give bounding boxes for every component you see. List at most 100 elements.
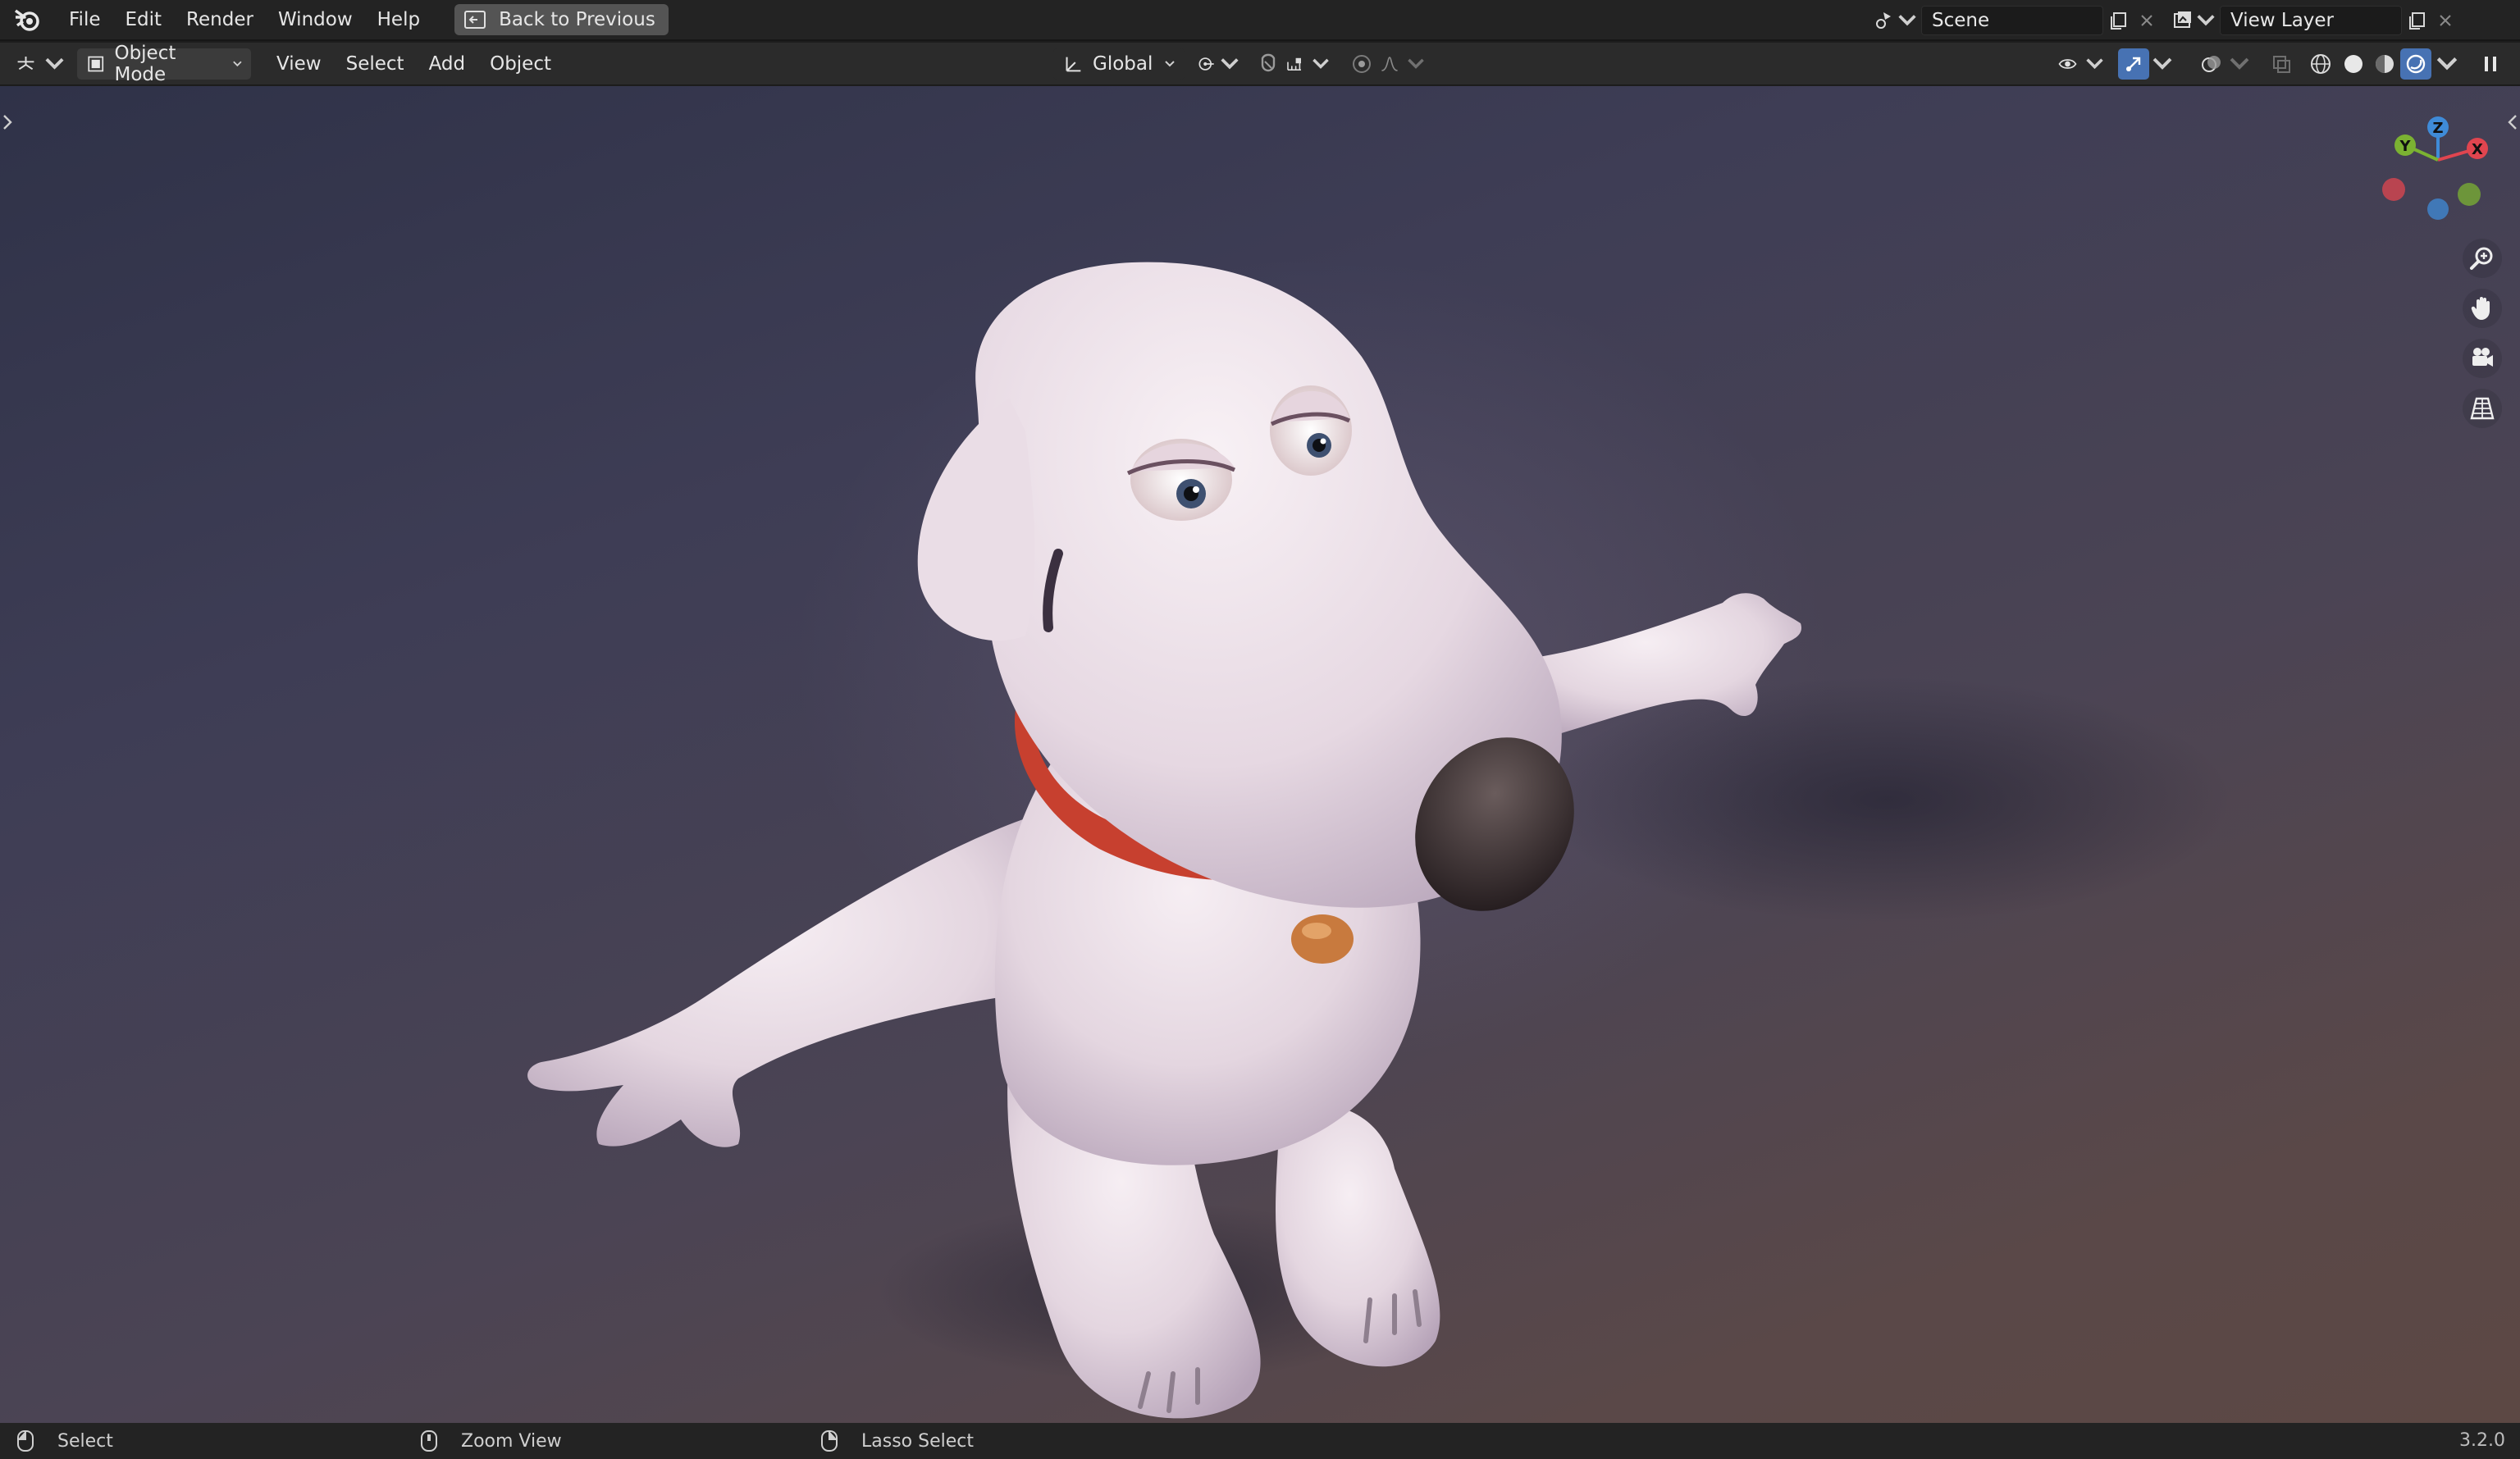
scene-browse-button[interactable] <box>1870 6 1921 35</box>
status-select-label: Select <box>57 1430 113 1452</box>
gizmo-y-label: Y <box>2399 138 2411 155</box>
magnet-icon <box>1261 53 1276 71</box>
toggle-perspective-button[interactable] <box>2463 389 2502 428</box>
object-mode-label: Object Mode <box>114 42 176 85</box>
proportional-falloff-dropdown[interactable] <box>1380 48 1426 80</box>
menu-window[interactable]: Window <box>267 4 364 35</box>
transform-orientation-dropdown[interactable]: Global <box>1053 48 1185 80</box>
shading-material-button[interactable] <box>2369 48 2400 80</box>
chevron-down-icon <box>1165 60 1176 66</box>
pause-render-button[interactable] <box>2476 48 2505 80</box>
proportional-editing-toggle[interactable] <box>1345 48 1378 80</box>
snap-target-dropdown[interactable] <box>1285 48 1331 80</box>
menu-add[interactable]: Add <box>417 53 478 75</box>
chevron-down-icon <box>2230 57 2249 70</box>
status-lasso-label: Lasso Select <box>861 1430 974 1452</box>
grid-perspective-icon <box>2470 397 2495 420</box>
falloff-curve-icon <box>1381 56 1398 71</box>
shading-rendered-button[interactable] <box>2400 48 2431 80</box>
view-layer-browse-button[interactable] <box>2169 6 2220 35</box>
pan-view-button[interactable] <box>2463 289 2502 328</box>
orientation-icon <box>1066 57 1081 71</box>
sidebar-expand-arrow-icon[interactable] <box>2507 113 2518 131</box>
gizmo-x-label: X <box>2472 141 2483 158</box>
toolbar-expand-arrow-icon[interactable] <box>2 113 13 131</box>
menu-help[interactable]: Help <box>366 4 431 35</box>
new-scene-button[interactable] <box>2103 6 2134 35</box>
menu-object[interactable]: Object <box>477 53 564 75</box>
chevron-down-icon <box>233 61 242 66</box>
view-layer-icon <box>2174 11 2191 28</box>
chevron-down-icon <box>1312 58 1329 69</box>
shading-wireframe-button[interactable] <box>2305 48 2336 80</box>
material-sphere-icon <box>2376 54 2394 73</box>
scene-name-field[interactable]: Scene <box>1921 6 2103 35</box>
dog-tag <box>1291 914 1354 964</box>
arm-shadow <box>1542 677 2231 923</box>
chevron-down-icon <box>2152 57 2172 70</box>
menu-render[interactable]: Render <box>175 4 265 35</box>
chevron-down-icon <box>2086 57 2103 69</box>
shading-solid-button[interactable] <box>2338 48 2369 80</box>
status-bar: Select Zoom View Lasso Select 3.2.0 <box>0 1423 2520 1459</box>
gizmo-neg-y[interactable] <box>2458 183 2481 206</box>
solid-sphere-icon <box>2344 54 2362 73</box>
blender-version: 3.2.0 <box>2459 1430 2505 1451</box>
view-layer-name-field[interactable]: View Layer <box>2220 6 2402 35</box>
menu-view[interactable]: View <box>264 53 334 75</box>
snap-toggle[interactable] <box>1252 48 1285 80</box>
menu-edit[interactable]: Edit <box>114 4 174 35</box>
chevron-down-icon <box>45 57 64 70</box>
camera-view-button[interactable] <box>2463 339 2502 378</box>
menu-file[interactable]: File <box>57 4 112 35</box>
back-to-previous-label: Back to Previous <box>499 9 655 30</box>
scene-name-label: Scene <box>1932 10 1990 31</box>
editor-type-button[interactable] <box>15 48 66 80</box>
gizmo-options-dropdown[interactable] <box>2151 48 2174 80</box>
duplicate-icon <box>2409 12 2425 30</box>
navigation-gizmo[interactable]: Z X Y <box>2382 116 2488 220</box>
chevron-down-icon <box>1898 15 1916 26</box>
back-to-previous-button[interactable]: Back to Previous <box>454 4 669 35</box>
show-overlays-toggle[interactable] <box>2195 48 2228 80</box>
object-mode-dropdown[interactable]: Object Mode <box>77 43 251 85</box>
back-screen-icon <box>464 11 486 29</box>
top-menu-bar: File Edit Render Window Help Back to Pre… <box>0 0 2520 41</box>
scene-selector-group: Scene View Layer <box>1870 5 2458 36</box>
new-view-layer-button[interactable] <box>2402 6 2433 35</box>
hand-pan-icon <box>2471 297 2490 320</box>
rendered-scene: Z X Y <box>527 116 2488 1419</box>
gizmo-neg-z[interactable] <box>2427 198 2449 220</box>
shading-options-dropdown[interactable] <box>2435 48 2459 80</box>
overlays-options-dropdown[interactable] <box>2228 48 2251 80</box>
3d-viewport[interactable]: Z X Y <box>0 86 2520 1423</box>
menu-select[interactable]: Select <box>334 53 417 75</box>
proportional-edit-icon <box>1353 54 1371 73</box>
chevron-down-icon <box>1221 57 1239 69</box>
delete-scene-button[interactable] <box>2134 6 2159 35</box>
mouse-middle-click-icon <box>421 1430 437 1452</box>
status-lasso-hint: Lasso Select <box>820 1429 974 1452</box>
zoom-view-button[interactable] <box>2463 239 2502 278</box>
delete-view-layer-button[interactable] <box>2433 6 2458 35</box>
status-zoom-label: Zoom View <box>461 1430 562 1452</box>
chevron-down-icon <box>2197 15 2215 26</box>
close-icon <box>2141 15 2152 26</box>
snap-increment-icon <box>1287 57 1301 71</box>
overlays-icon <box>2202 55 2221 72</box>
wireframe-sphere-icon <box>2311 53 2331 74</box>
pivot-point-dropdown[interactable] <box>1196 48 1240 80</box>
object-mode-icon <box>88 56 104 71</box>
show-gizmo-toggle[interactable] <box>2118 48 2149 80</box>
object-visibility-dropdown[interactable] <box>2057 48 2105 80</box>
pause-icon <box>2485 56 2496 71</box>
pivot-point-icon <box>1198 57 1214 71</box>
blender-logo-icon[interactable] <box>13 6 41 34</box>
mouse-right-click-icon <box>821 1430 838 1452</box>
viewport-header: Object Mode View Select Add Object Globa… <box>0 43 2520 85</box>
gizmo-neg-x[interactable] <box>2382 178 2405 201</box>
scene-icon <box>1876 12 1891 29</box>
chevron-down-icon <box>2436 57 2458 70</box>
toggle-xray-button[interactable] <box>2266 48 2297 80</box>
orientation-label: Global <box>1093 52 1153 75</box>
